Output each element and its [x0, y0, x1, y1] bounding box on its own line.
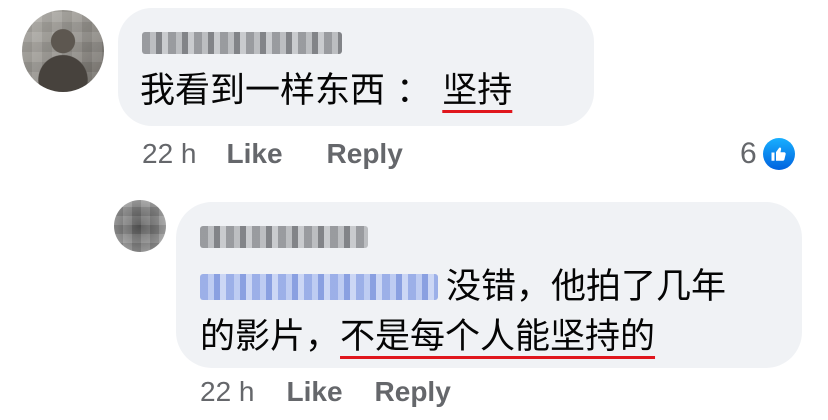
highlighted-text: 不是每个人能坚持的 — [340, 317, 656, 357]
comment-thread: 我看到一样东西 ： 坚持 22 h Like Reply 6 没错，他拍了几年 的影… — [0, 0, 828, 420]
reaction-summary[interactable]: 6 — [740, 136, 795, 172]
comment-body: 我看到一样东西 ： — [140, 71, 432, 111]
timestamp[interactable]: 22 h — [142, 138, 197, 170]
comment-body: 的影片， — [200, 317, 341, 357]
reaction-count: 6 — [740, 137, 757, 170]
author-name-blurred[interactable] — [142, 32, 342, 54]
highlighted-text: 坚持 — [442, 71, 513, 111]
comment-actions: 22 h Like Reply — [200, 376, 451, 408]
timestamp[interactable]: 22 h — [200, 376, 255, 408]
comment-actions: 22 h Like Reply — [142, 138, 403, 170]
mention-tag-blurred[interactable] — [200, 274, 438, 300]
comment-body: 没错，他拍了几年 — [446, 267, 727, 307]
avatar[interactable] — [22, 10, 104, 92]
like-button[interactable]: Like — [287, 376, 343, 408]
like-icon — [762, 138, 795, 170]
comment-text-line: 的影片，不是每个人能坚持的 — [200, 308, 655, 366]
author-name-blurred[interactable] — [200, 226, 368, 248]
thumbs-up-icon — [771, 147, 786, 161]
reply-button[interactable]: Reply — [375, 376, 451, 408]
reply-button[interactable]: Reply — [327, 138, 403, 170]
avatar[interactable] — [114, 200, 166, 252]
comment-text: 我看到一样东西 ： 坚持 — [140, 62, 512, 120]
like-button[interactable]: Like — [227, 138, 283, 170]
